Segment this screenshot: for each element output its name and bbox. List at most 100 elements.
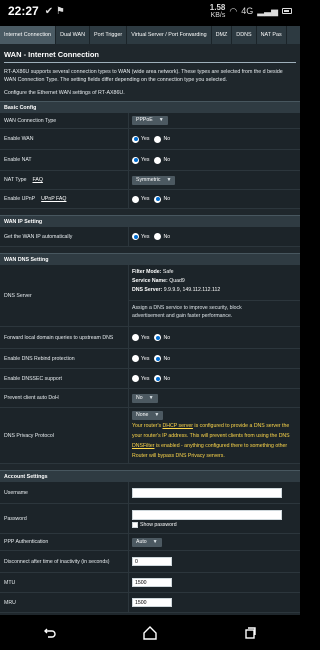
tab-nat-passthrough[interactable]: NAT Pas (257, 26, 287, 44)
show-password-checkbox[interactable]: Show password (132, 521, 177, 528)
status-icons: 1.58 KB/s ◠ 4G ▂▃▅ (209, 2, 292, 19)
row-forward-local-domain: Forward local domain queries to upstream… (0, 327, 300, 349)
rebind-no[interactable]: No (154, 355, 170, 362)
status-bar: 22:27 ✔ ⚑ 1.58 KB/s ◠ 4G ▂▃▅ (0, 0, 300, 22)
enable-nat-no[interactable]: No (154, 156, 170, 164)
tab-ddns[interactable]: DDNS (232, 26, 257, 44)
back-button[interactable] (36, 619, 64, 647)
back-icon (44, 628, 56, 638)
row-wan-connection-type: WAN Connection Type PPPoE ▼ (0, 113, 300, 129)
row-nat-type: NAT Type FAQ Symmetric ▼ (0, 171, 300, 190)
mtu-input[interactable]: 1500 (132, 578, 172, 587)
section-wan-ip: WAN IP Setting (0, 215, 300, 227)
tab-dual-wan[interactable]: Dual WAN (56, 26, 91, 44)
chevron-down-icon: ▼ (154, 412, 160, 418)
dns-privacy-select[interactable]: None ▼ (132, 411, 164, 420)
row-mru: MRU 1500 (0, 593, 300, 613)
enable-upnp-yes[interactable]: Yes (132, 195, 149, 203)
recents-icon (245, 626, 256, 639)
section-wan-dns: WAN DNS Setting (0, 253, 300, 265)
row-mtu: MTU 1500 (0, 573, 300, 593)
section-account-settings: Account Settings (0, 470, 300, 482)
dhcp-server-link[interactable]: DHCP server (163, 423, 193, 429)
dns-assign-note: Assign a DNS service to improve security… (129, 300, 300, 320)
tab-port-trigger[interactable]: Port Trigger (90, 26, 128, 44)
home-button[interactable] (136, 619, 164, 647)
enable-upnp-no[interactable]: No (154, 195, 170, 203)
radio-icon (132, 375, 139, 382)
radio-selected-icon (154, 195, 162, 203)
nat-type-select[interactable]: Symmetric ▼ (132, 175, 176, 185)
row-enable-upnp: Enable UPnP UPnP FAQ Yes No (0, 190, 300, 209)
forward-no[interactable]: No (154, 334, 170, 341)
signal-icon: ▂▃▅ (257, 5, 278, 16)
tab-dmz[interactable]: DMZ (212, 26, 233, 44)
battery-icon (282, 8, 292, 14)
chevron-down-icon: ▼ (166, 176, 172, 183)
mru-input[interactable]: 1500 (132, 598, 172, 607)
radio-selected-icon (132, 233, 139, 240)
radio-selected-icon (132, 135, 139, 143)
row-auto-wan-ip: Get the WAN IP automatically Yes No (0, 227, 300, 247)
enable-nat-yes[interactable]: Yes (132, 156, 149, 164)
dnssec-yes[interactable]: Yes (132, 375, 149, 382)
dnssec-no[interactable]: No (154, 375, 170, 382)
recents-button[interactable] (236, 619, 264, 647)
radio-icon (154, 233, 162, 240)
clock: 22:27 (8, 4, 39, 18)
dns-server-info: Filter Mode: Safe Service Name: Quad9 DN… (132, 269, 221, 293)
row-dns-privacy: DNS Privacy Protocol None ▼ Your router'… (0, 408, 300, 464)
section-basic-config: Basic Config (0, 101, 300, 113)
radio-selected-icon (132, 156, 139, 164)
notification-icons: ✔ ⚑ (44, 5, 65, 17)
row-prevent-doh: Prevent client auto DoH No ▼ (0, 389, 300, 408)
radio-selected-icon (154, 375, 162, 382)
row-enable-wan: Enable WAN Yes No (0, 129, 300, 150)
enable-wan-yes[interactable]: Yes (132, 135, 149, 143)
home-icon (143, 625, 157, 640)
chevron-down-icon: ▼ (158, 117, 164, 123)
forward-yes[interactable]: Yes (132, 334, 149, 341)
row-dns-server: DNS Server Filter Mode: Safe Service Nam… (0, 265, 300, 327)
row-enable-nat: Enable NAT Yes No (0, 150, 300, 171)
ppp-auth-select[interactable]: Auto ▼ (132, 537, 162, 547)
checkbox-icon (132, 521, 138, 528)
wan-settings-page: WAN - Internet Connection RT-AX86U suppo… (0, 44, 300, 615)
auto-ip-no[interactable]: No (154, 233, 170, 240)
title-divider (4, 62, 296, 63)
password-input[interactable] (132, 509, 282, 520)
chevron-down-icon: ▼ (148, 394, 154, 401)
radio-selected-icon (154, 355, 162, 362)
row-ppp-auth: PPP Authentication Auto ▼ (0, 534, 300, 551)
configure-text: Configure the Ethernet WAN settings of R… (4, 90, 125, 96)
disconnect-inactivity-input[interactable]: 0 (132, 557, 172, 566)
dns-privacy-warning: Your router's DHCP server is configured … (132, 423, 290, 459)
row-password: Password Show password (0, 504, 300, 534)
upnp-faq-link[interactable]: UPnP FAQ (41, 196, 66, 202)
radio-icon (132, 355, 139, 362)
dnsfilter-link[interactable]: DNSFilter (132, 443, 154, 449)
network-type: 4G (241, 6, 254, 16)
row-username: Username (0, 482, 300, 504)
radio-selected-icon (154, 334, 162, 341)
auto-ip-yes[interactable]: Yes (132, 233, 149, 240)
radio-icon (154, 156, 162, 164)
radio-icon (132, 195, 139, 203)
wan-connection-type-select[interactable]: PPPoE ▼ (132, 116, 168, 125)
enable-wan-no[interactable]: No (154, 135, 170, 143)
tab-internet-connection[interactable]: Internet Connection (0, 26, 57, 44)
username-input[interactable] (132, 487, 282, 498)
chevron-down-icon: ▼ (152, 538, 158, 545)
rebind-yes[interactable]: Yes (132, 355, 149, 362)
tab-virtual-server[interactable]: Virtual Server / Port Forwarding (127, 26, 212, 44)
page-title: WAN - Internet Connection (4, 50, 99, 59)
prevent-doh-select[interactable]: No ▼ (132, 393, 158, 403)
net-speed: 1.58 KB/s (209, 2, 226, 19)
radio-icon (132, 334, 139, 341)
row-dns-rebind: Enable DNS Rebind protection Yes No (0, 349, 300, 369)
nat-type-faq-link[interactable]: FAQ (33, 177, 43, 183)
tab-bar: Internet Connection Dual WAN Port Trigge… (0, 26, 300, 44)
row-dnssec: Enable DNSSEC support Yes No (0, 369, 300, 389)
radio-icon (154, 135, 162, 143)
wifi-icon: ◠ (229, 5, 238, 16)
